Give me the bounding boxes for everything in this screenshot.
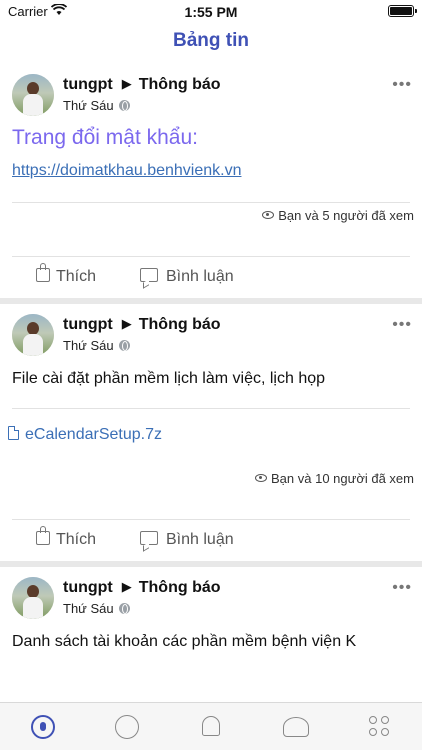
post-body-text: Danh sách tài khoản các phần mềm bệnh vi… bbox=[12, 633, 357, 650]
people-icon[interactable] bbox=[283, 717, 309, 737]
post-target[interactable]: Thông báo bbox=[139, 316, 221, 333]
post-body: Trang đổi mật khẩu: https://doimatkhau.b… bbox=[12, 126, 412, 179]
arrow-right-icon: ▶ bbox=[121, 579, 132, 594]
divider bbox=[12, 256, 410, 257]
view-count[interactable]: Bạn và 5 người đã xem bbox=[262, 208, 414, 223]
thumbs-up-icon bbox=[36, 526, 50, 545]
post-author-line: tungpt ▶ Thông báo bbox=[63, 316, 221, 334]
post-target[interactable]: Thông báo bbox=[139, 76, 221, 93]
feed-post: tungpt ▶ Thông báo Thứ Sáu ••• Trang đổi m… bbox=[0, 74, 422, 298]
post-author-line: tungpt ▶ Thông báo bbox=[63, 76, 221, 94]
author-name[interactable]: tungpt bbox=[63, 76, 113, 93]
post-separator bbox=[0, 561, 422, 567]
arrow-right-icon: ▶ bbox=[121, 316, 132, 331]
post-target[interactable]: Thông báo bbox=[139, 579, 221, 596]
globe-icon bbox=[118, 603, 130, 614]
thumbs-up-icon bbox=[36, 263, 50, 282]
avatar[interactable] bbox=[12, 577, 54, 619]
author-name[interactable]: tungpt bbox=[63, 579, 113, 596]
arrow-right-icon: ▶ bbox=[121, 76, 132, 91]
status-bar: Carrier 1:55 PM bbox=[0, 0, 422, 24]
like-label: Thích bbox=[56, 531, 97, 548]
chat-icon[interactable] bbox=[115, 715, 139, 739]
comment-button[interactable]: Bình luận bbox=[140, 531, 234, 549]
status-time: 1:55 PM bbox=[184, 4, 238, 20]
more-options-icon[interactable]: ••• bbox=[392, 316, 412, 334]
eye-icon bbox=[255, 474, 268, 482]
post-title: Trang đổi mật khẩu: bbox=[12, 126, 198, 149]
divider bbox=[12, 202, 410, 203]
attachment-link[interactable]: eCalendarSetup.7z bbox=[8, 426, 162, 444]
post-header: tungpt ▶ Thông báo Thứ Sáu ••• bbox=[12, 577, 412, 627]
like-button[interactable]: Thích bbox=[36, 526, 97, 549]
attachment-name: eCalendarSetup.7z bbox=[25, 426, 162, 443]
battery-icon bbox=[388, 5, 417, 17]
like-button[interactable]: Thích bbox=[36, 263, 97, 286]
apps-icon[interactable] bbox=[369, 716, 391, 738]
page-title: Bảng tin bbox=[173, 30, 249, 51]
view-count[interactable]: Bạn và 10 người đã xem bbox=[255, 471, 414, 486]
view-count-label: Bạn và 10 người đã xem bbox=[271, 471, 414, 486]
bell-icon[interactable] bbox=[202, 716, 220, 736]
comment-label: Bình luận bbox=[166, 531, 234, 548]
post-time-label: Thứ Sáu bbox=[63, 98, 114, 113]
comment-button[interactable]: Bình luận bbox=[140, 268, 234, 286]
post-link[interactable]: https://doimatkhau.benhvienk.vn bbox=[12, 162, 241, 180]
post-author-line: tungpt ▶ Thông báo bbox=[63, 579, 221, 597]
feed-post: tungpt ▶ Thông báo Thứ Sáu ••• File cài đặ… bbox=[0, 314, 422, 560]
globe-icon bbox=[118, 340, 130, 351]
post-body-text: File cài đặt phần mềm lịch làm việc, lịc… bbox=[12, 370, 326, 387]
feed-post: tungpt ▶ Thông báo Thứ Sáu ••• Danh sách t… bbox=[0, 577, 422, 702]
author-name[interactable]: tungpt bbox=[63, 316, 113, 333]
comment-icon bbox=[140, 531, 158, 545]
eye-icon bbox=[262, 211, 275, 219]
post-time-label: Thứ Sáu bbox=[63, 601, 114, 616]
tab-bar bbox=[0, 702, 422, 750]
divider bbox=[12, 519, 410, 520]
post-header: tungpt ▶ Thông báo Thứ Sáu ••• bbox=[12, 314, 412, 364]
post-time: Thứ Sáu bbox=[63, 338, 130, 353]
avatar[interactable] bbox=[12, 74, 54, 116]
comment-icon bbox=[140, 268, 158, 282]
divider bbox=[12, 408, 410, 409]
like-label: Thích bbox=[56, 268, 97, 285]
globe-icon bbox=[118, 100, 130, 111]
post-time-label: Thứ Sáu bbox=[63, 338, 114, 353]
post-time: Thứ Sáu bbox=[63, 98, 130, 113]
more-options-icon[interactable]: ••• bbox=[392, 579, 412, 597]
post-header: tungpt ▶ Thông báo Thứ Sáu ••• bbox=[12, 74, 412, 124]
file-icon bbox=[8, 426, 19, 440]
view-count-label: Bạn và 5 người đã xem bbox=[278, 208, 414, 223]
more-options-icon[interactable]: ••• bbox=[392, 76, 412, 94]
comment-label: Bình luận bbox=[166, 268, 234, 285]
avatar[interactable] bbox=[12, 314, 54, 356]
post-time: Thứ Sáu bbox=[63, 601, 130, 616]
feed-icon[interactable] bbox=[31, 715, 55, 739]
post-separator bbox=[0, 298, 422, 304]
